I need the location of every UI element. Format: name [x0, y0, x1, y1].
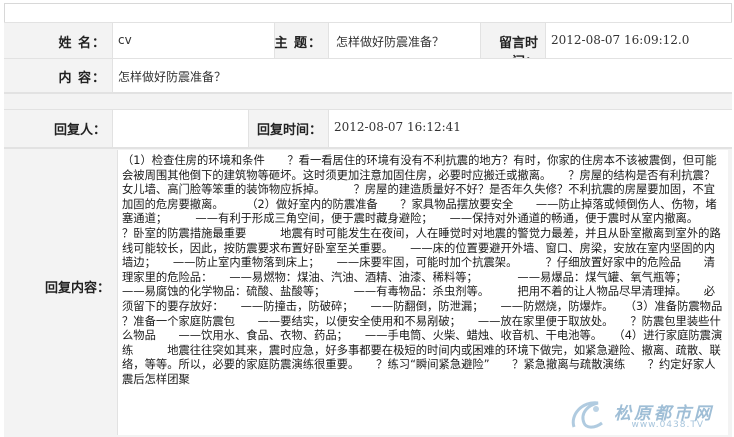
content-value: 怎样做好防震准备？: [118, 70, 227, 84]
reply-person-label: 回复人：: [53, 123, 106, 138]
content-row: [4, 58, 732, 93]
section-divider: [4, 93, 732, 110]
reply-time-value: 2012-08-07 16:12:41: [334, 120, 461, 134]
content-label: 内 容：: [58, 71, 106, 86]
message-time-value: 2012-08-07 16:09:12.0: [551, 33, 690, 47]
name-label: 姓 名：: [58, 36, 106, 51]
reply-content-label: 回复内容：: [44, 281, 110, 296]
reply-content-text: （1）检查住房的环境和条件 ？看一看居住的环境有没有不利抗震的地方？有时，你家的…: [122, 154, 734, 386]
subject-label: 主 题：: [274, 36, 322, 51]
subject-value: 怎样做好防震准备？: [336, 35, 445, 49]
reply-time-label: 回复时间：: [256, 123, 322, 138]
name-value: cv: [118, 33, 132, 47]
